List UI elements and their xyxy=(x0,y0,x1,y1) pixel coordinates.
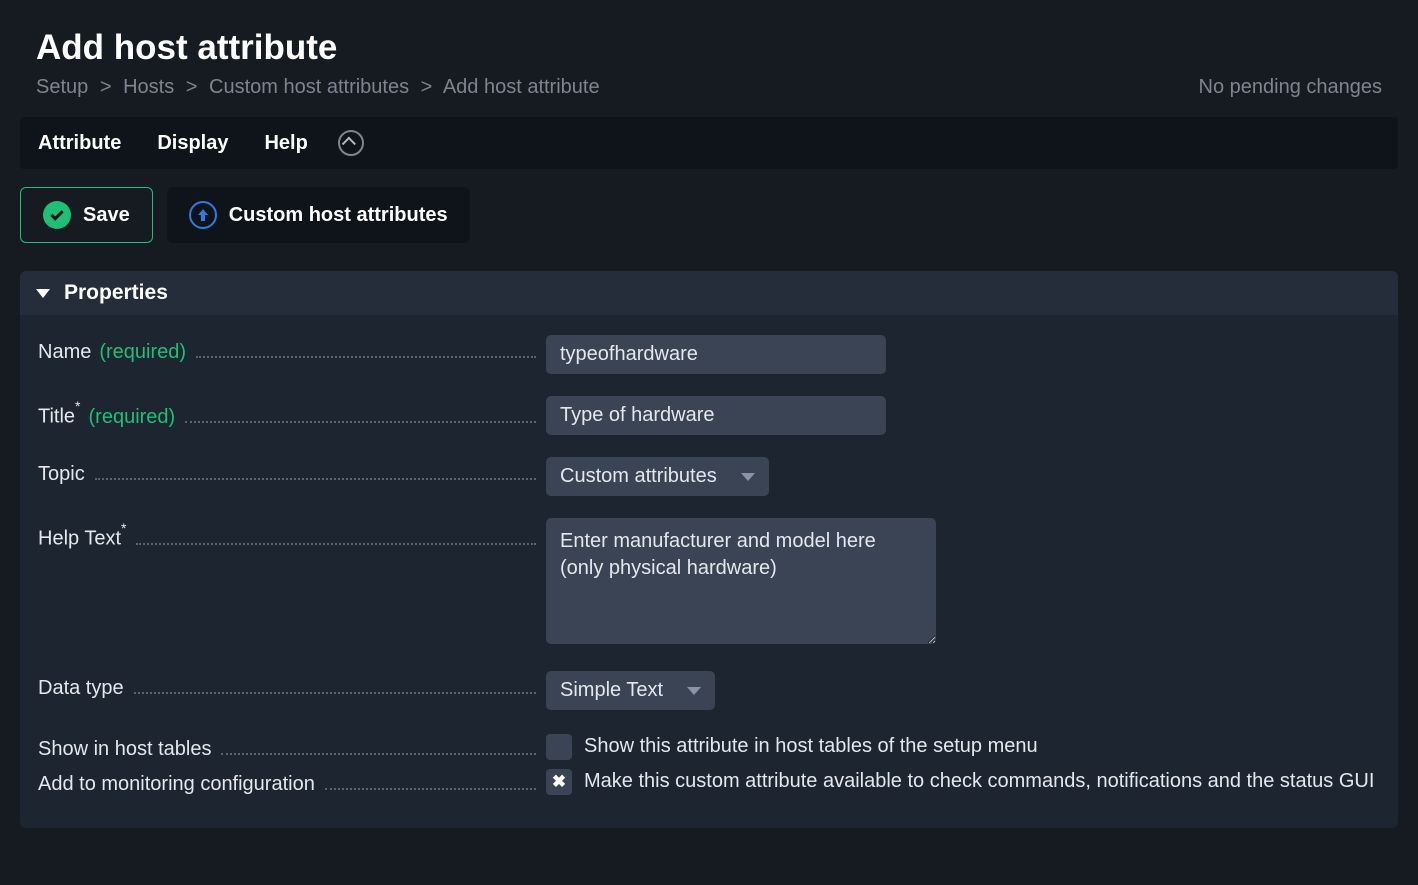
chevron-up-icon xyxy=(342,137,356,151)
chevron-down-icon xyxy=(741,473,755,481)
show-in-tables-text: Show this attribute in host tables of th… xyxy=(584,732,1038,760)
breadcrumb-item[interactable]: Hosts xyxy=(123,76,174,98)
data-type-select[interactable]: Simple Text xyxy=(546,671,715,710)
topic-select[interactable]: Custom attributes xyxy=(546,457,769,496)
breadcrumb-item[interactable]: Custom host attributes xyxy=(209,76,409,98)
label-help-text: Help Text* xyxy=(38,524,126,551)
required-marker: (required) xyxy=(99,341,186,364)
title-input[interactable] xyxy=(546,396,886,435)
menu-attribute[interactable]: Attribute xyxy=(38,132,121,155)
required-marker: (required) xyxy=(89,406,176,429)
chevron-down-icon xyxy=(687,687,701,695)
menubar: Attribute Display Help xyxy=(20,117,1398,169)
collapse-triangle-icon xyxy=(36,289,50,298)
form-body: Name (required) Title* (required) Topic xyxy=(20,315,1398,828)
pending-changes-status[interactable]: No pending changes xyxy=(1199,76,1382,99)
menu-display[interactable]: Display xyxy=(157,132,228,155)
page-title: Add host attribute xyxy=(36,28,600,68)
label-data-type: Data type xyxy=(38,677,124,700)
label-topic: Topic xyxy=(38,463,85,486)
add-to-monitoring-text: Make this custom attribute available to … xyxy=(584,767,1374,795)
row-add-to-monitoring: Add to monitoring configuration Make thi… xyxy=(38,767,1380,796)
properties-panel: Properties Name (required) Title* (requi… xyxy=(20,271,1398,828)
label-add-to-monitoring: Add to monitoring configuration xyxy=(38,773,315,796)
breadcrumb-item[interactable]: Setup xyxy=(36,76,88,98)
row-title: Title* (required) xyxy=(38,396,1380,435)
page-header: Add host attribute Setup > Hosts > Custo… xyxy=(0,0,1418,117)
menubar-collapse-toggle[interactable] xyxy=(338,130,364,156)
breadcrumb: Setup > Hosts > Custom host attributes >… xyxy=(36,76,600,99)
menu-help[interactable]: Help xyxy=(264,132,307,155)
check-icon xyxy=(43,201,71,229)
panel-header[interactable]: Properties xyxy=(20,271,1398,315)
breadcrumb-item: Add host attribute xyxy=(443,76,600,98)
row-help-text: Help Text* xyxy=(38,518,1380,649)
label-name: Name xyxy=(38,341,91,364)
row-show-in-tables: Show in host tables Show this attribute … xyxy=(38,732,1380,761)
name-input[interactable] xyxy=(546,335,886,374)
up-arrow-icon xyxy=(189,201,217,229)
label-title: Title* xyxy=(38,402,81,429)
custom-host-attributes-button[interactable]: Custom host attributes xyxy=(167,187,470,243)
save-button[interactable]: Save xyxy=(20,187,153,243)
label-show-in-tables: Show in host tables xyxy=(38,738,211,761)
row-data-type: Data type Simple Text xyxy=(38,671,1380,710)
panel-title: Properties xyxy=(64,281,168,305)
row-topic: Topic Custom attributes xyxy=(38,457,1380,496)
action-bar: Save Custom host attributes xyxy=(0,169,1418,271)
add-to-monitoring-checkbox[interactable] xyxy=(546,769,572,795)
row-name: Name (required) xyxy=(38,335,1380,374)
show-in-tables-checkbox[interactable] xyxy=(546,734,572,760)
help-text-textarea[interactable] xyxy=(546,518,936,644)
